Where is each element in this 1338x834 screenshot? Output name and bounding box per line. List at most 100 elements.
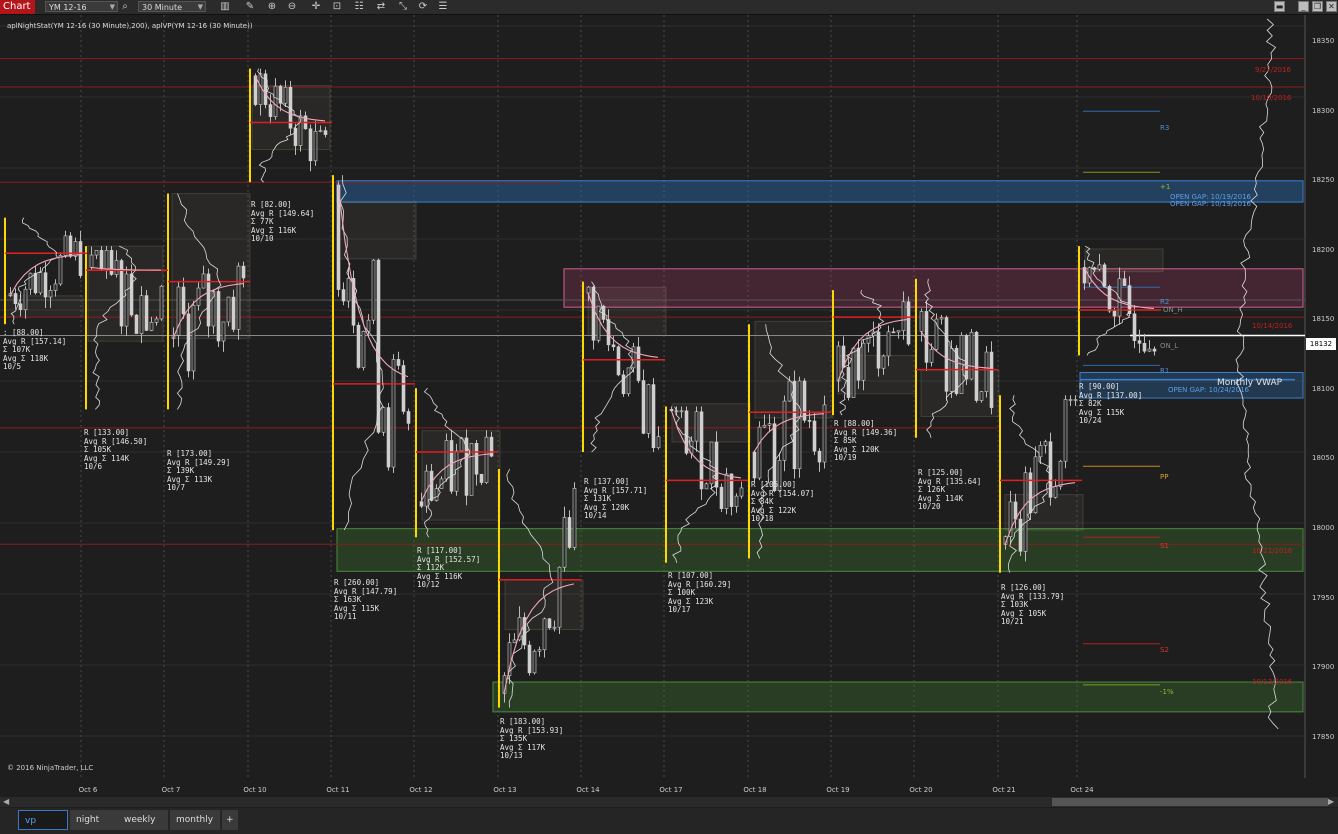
candle-body <box>149 322 154 331</box>
candle-body <box>366 319 371 332</box>
refresh-icon[interactable]: ⟳ <box>416 0 430 14</box>
level-label-date: 9/27/2016 <box>1255 66 1291 74</box>
scroll-thumb[interactable] <box>1052 798 1328 806</box>
horizontal-scrollbar[interactable]: ◀ ▶ <box>0 797 1338 807</box>
candle-body <box>866 335 871 344</box>
interval-selector[interactable]: 30 Minute ▼ <box>138 1 206 12</box>
zoom-in-icon[interactable]: ⊕ <box>265 0 279 14</box>
candle-body <box>734 495 739 507</box>
session-stats: R [125.00] Avg R [135.64] Σ 126K Avg Σ 114K… <box>918 468 982 512</box>
date-tick: Oct 13 <box>493 786 517 794</box>
candle-body <box>729 473 734 507</box>
instrument-selector[interactable]: YM 12-16 ▼ <box>45 1 118 12</box>
candle-body <box>396 359 401 366</box>
crosshair-icon[interactable]: ✛ <box>309 0 323 14</box>
candle-body <box>449 440 454 492</box>
tab-weekly[interactable]: weekly <box>118 810 168 830</box>
candle-body <box>924 311 929 363</box>
date-tick: Oct 12 <box>409 786 433 794</box>
add-tab-button[interactable]: + <box>222 810 238 830</box>
candle-body <box>13 293 18 305</box>
candle-body <box>762 424 767 428</box>
candle-body <box>641 380 646 434</box>
candle-body <box>283 86 288 104</box>
candle-body <box>1023 472 1028 552</box>
candle-body <box>429 470 434 501</box>
level-label-r1: R1 <box>1160 367 1170 375</box>
candle-body <box>616 346 621 376</box>
pencil-icon[interactable]: ✎ <box>243 0 257 14</box>
session-stats: : [88.00] Avg R [157.14] Σ 107K Avg Σ 118K 1… <box>3 328 67 372</box>
candle-body <box>144 295 149 331</box>
candle-body <box>371 259 376 321</box>
data-box-icon[interactable]: ⊡ <box>330 0 344 14</box>
candle-body <box>134 314 139 334</box>
tab-monthly[interactable]: monthly <box>170 810 220 830</box>
candle-body <box>58 255 63 285</box>
candle-body <box>1137 340 1142 344</box>
candle-body <box>1122 278 1127 286</box>
tab-night[interactable]: night <box>70 810 120 830</box>
candle-body <box>767 423 772 426</box>
session-stats: R [82.00] Avg R [149.64] Σ 77K Avg Σ 116K 10… <box>251 200 315 244</box>
session-stats: R [90.00] Avg R [137.00] Σ 82K Avg Σ 115K 10… <box>1079 382 1143 426</box>
candle-body <box>646 384 651 434</box>
candle-body <box>53 283 58 291</box>
chart-toolbar: Chart YM 12-16 ▼ ⌕ 30 Minute ▼ ▥ ✎ ⊕ ⊖ ✛… <box>0 0 1338 15</box>
bar-style-icon[interactable]: ▥ <box>218 0 232 14</box>
candle-body <box>626 367 631 395</box>
scroll-right-icon[interactable]: ▶ <box>1328 797 1334 806</box>
drawing-tools-icon[interactable]: ⤡ <box>396 0 410 14</box>
indicator-list-icon[interactable]: ⇄ <box>374 0 388 14</box>
date-tick: Oct 14 <box>576 786 600 794</box>
candle-body <box>1058 460 1063 487</box>
candle-body <box>139 295 144 334</box>
tab-vp[interactable]: vp <box>18 810 68 830</box>
properties-icon[interactable]: ☷ <box>352 0 366 14</box>
search-icon[interactable]: ⌕ <box>118 0 132 14</box>
monthly-vwap-label: Monthly VWAP <box>1217 378 1283 388</box>
restore-button[interactable]: ❐ <box>1312 1 1323 12</box>
scroll-left-icon[interactable]: ◀ <box>3 797 9 806</box>
chevron-down-icon: ▼ <box>197 3 203 11</box>
date-axis: Oct 6 Oct 7 Oct 10 Oct 11 Oct 12 Oct 13 … <box>0 778 1305 798</box>
session-stats: R [173.00] Avg R [149.29] Σ 139K Avg Σ 113K… <box>167 449 231 493</box>
candle-body <box>542 618 547 651</box>
candle-body <box>944 317 949 392</box>
zoom-out-icon[interactable]: ⊖ <box>285 0 299 14</box>
price-tick: 18350 <box>1312 37 1335 45</box>
candle-body <box>346 278 351 302</box>
minimize-button[interactable]: _ <box>1298 1 1309 12</box>
price-tick: 18000 <box>1312 524 1335 532</box>
candle-body <box>527 644 532 674</box>
candle-body <box>181 286 186 315</box>
candle-body <box>856 347 861 381</box>
close-button[interactable]: ✕ <box>1326 1 1337 12</box>
candle-body <box>1013 501 1018 520</box>
candle-body <box>361 330 366 368</box>
pink-zone <box>563 268 1304 308</box>
level-label-date: 10/10/2016 <box>1251 94 1292 102</box>
price-tick: 18150 <box>1312 315 1335 323</box>
candle-body <box>341 289 346 302</box>
level-label-r2: R2 <box>1160 298 1170 306</box>
date-tick: Oct 7 <box>161 786 181 794</box>
candle-body <box>444 440 449 480</box>
session-stats: R [107.00] Avg R [160.29] Σ 100K Avg Σ 123K… <box>668 571 732 615</box>
window-menu-button[interactable]: ▬ <box>1274 1 1285 12</box>
candle-body <box>699 411 704 490</box>
candle-body <box>419 501 424 507</box>
candle-body <box>236 265 241 330</box>
price-tick: 18250 <box>1312 176 1335 184</box>
copyright: © 2016 NinjaTrader, LLC <box>7 764 94 772</box>
candle-body <box>572 488 577 548</box>
candle-body <box>89 254 94 268</box>
candle-body <box>386 407 391 468</box>
candle-body <box>159 285 164 320</box>
candle-body <box>964 335 969 380</box>
candle-body <box>797 380 802 470</box>
session-stats: R [260.00] Avg R [147.79] Σ 163K Avg Σ 115K… <box>334 578 398 622</box>
candle-body <box>231 296 236 330</box>
candle-body <box>782 400 787 461</box>
list-icon[interactable]: ☰ <box>436 0 450 14</box>
